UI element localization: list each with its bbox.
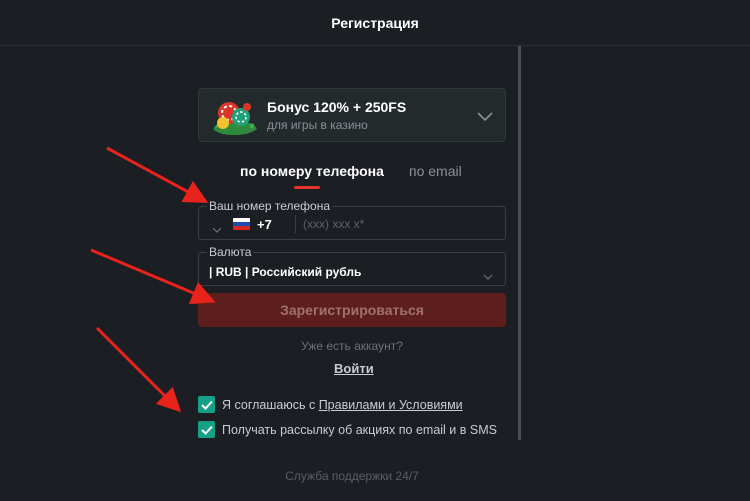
- tab-email[interactable]: по email: [409, 163, 462, 179]
- country-code: +7: [257, 217, 272, 232]
- registration-tabs: по номеру телефона по email: [198, 160, 506, 190]
- tab-phone[interactable]: по номеру телефона: [240, 163, 384, 179]
- red-arrow-annotation: [106, 146, 209, 203]
- header: Регистрация: [0, 0, 750, 46]
- checkmark-icon: [200, 425, 213, 435]
- scrollbar[interactable]: [518, 46, 521, 440]
- support-text: Служба поддержки 24/7: [285, 469, 419, 483]
- red-arrow-annotation: [90, 248, 216, 305]
- login-link[interactable]: Войти: [334, 361, 374, 376]
- phone-divider: [295, 215, 296, 233]
- have-account-text: Уже есть аккаунт?: [301, 339, 403, 353]
- terms-consent: Я соглашаюсь с Правилами и Условиями: [198, 396, 463, 413]
- currency-value: | RUB | Российский рубль: [209, 265, 362, 279]
- checkmark-icon: [200, 400, 213, 410]
- phone-field-label: Ваш номер телефона: [207, 199, 333, 213]
- russia-flag-icon[interactable]: [233, 218, 250, 230]
- rules-link[interactable]: Правилами и Условиями: [319, 398, 463, 412]
- phone-field[interactable]: Ваш номер телефона +7: [198, 199, 506, 240]
- phone-input[interactable]: [303, 213, 493, 235]
- currency-select[interactable]: Валюта | RUB | Российский рубль: [198, 245, 506, 286]
- casino-chips-icon: [209, 93, 259, 137]
- active-tab-indicator: [294, 186, 320, 189]
- chevron-down-icon[interactable]: [212, 220, 222, 238]
- newsletter-checkbox[interactable]: [198, 421, 215, 438]
- register-button[interactable]: Зарегистрироваться: [198, 293, 506, 327]
- red-arrow-annotation: [95, 326, 182, 413]
- chevron-down-icon[interactable]: [477, 109, 493, 127]
- bonus-title: Бонус 120% + 250FS: [267, 98, 407, 115]
- bonus-selector[interactable]: Бонус 120% + 250FS для игры в казино: [198, 88, 506, 142]
- page-title: Регистрация: [331, 14, 419, 31]
- newsletter-consent: Получать рассылку об акциях по email и в…: [198, 421, 497, 438]
- newsletter-text: Получать рассылку об акциях по email и в…: [222, 422, 497, 437]
- terms-text: Я соглашаюсь с: [222, 397, 319, 412]
- currency-field-label: Валюта: [207, 245, 254, 259]
- bonus-subtitle: для игры в казино: [267, 117, 368, 132]
- chevron-down-icon[interactable]: [483, 267, 493, 285]
- terms-checkbox[interactable]: [198, 396, 215, 413]
